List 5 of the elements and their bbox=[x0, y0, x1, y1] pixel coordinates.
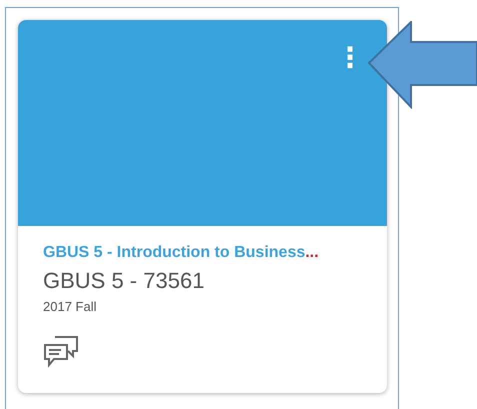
course-code: GBUS 5 - 73561 bbox=[43, 268, 204, 294]
course-term: 2017 Fall bbox=[43, 299, 96, 314]
course-title-link[interactable]: GBUS 5 - Introduction to Business... bbox=[43, 244, 319, 262]
discussions-icon[interactable] bbox=[43, 334, 79, 368]
more-options-button[interactable]: ⋮ bbox=[336, 44, 364, 72]
